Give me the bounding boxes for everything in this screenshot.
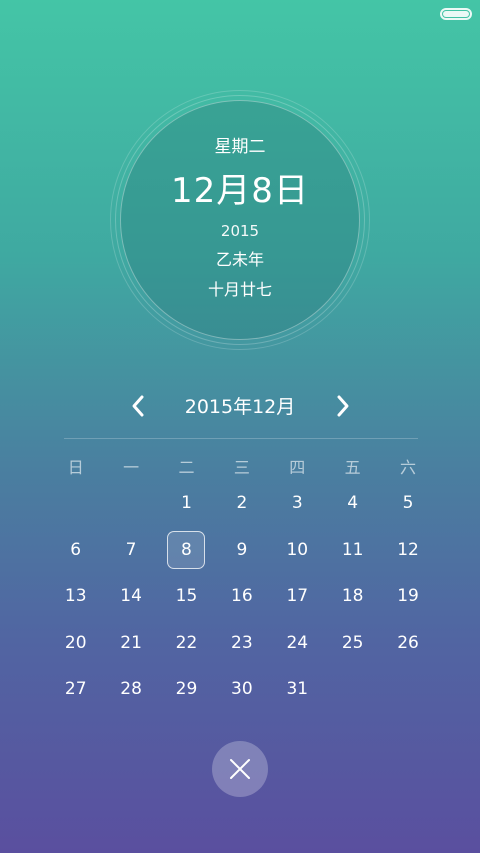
weekday-header: 三 (233, 458, 250, 477)
day-cell-empty (325, 670, 380, 708)
battery-icon (440, 8, 472, 20)
month-navigation: 2015年12月 (0, 388, 480, 424)
day-cell[interactable]: 26 (380, 624, 435, 662)
day-cell[interactable]: 21 (103, 624, 158, 662)
weekday-label: 星期二 (214, 137, 266, 157)
weekday-header-row: 日 一 二 三 四 五 六 (48, 452, 436, 480)
ganzhi-year-label: 乙未年 (215, 250, 264, 269)
day-cell[interactable]: 28 (103, 670, 158, 708)
day-cell[interactable]: 30 (214, 670, 269, 708)
day-cell[interactable]: 29 (159, 670, 214, 708)
day-cell[interactable]: 16 (214, 577, 269, 615)
day-cell[interactable]: 4 (325, 484, 380, 522)
selected-day-label: 8 (167, 530, 206, 569)
day-cell-empty (380, 670, 435, 708)
day-cell[interactable]: 24 (270, 624, 325, 662)
day-cell-empty (103, 484, 158, 522)
day-cell[interactable]: 18 (325, 577, 380, 615)
day-cell[interactable]: 9 (214, 531, 269, 569)
close-button[interactable] (212, 741, 268, 797)
day-cell[interactable]: 15 (159, 577, 214, 615)
weekday-header: 五 (344, 458, 361, 477)
day-cell[interactable]: 5 (380, 484, 435, 522)
day-cell[interactable]: 31 (270, 670, 325, 708)
day-cell[interactable]: 3 (270, 484, 325, 522)
day-cell[interactable]: 20 (48, 624, 103, 662)
day-cell[interactable]: 1 (159, 484, 214, 522)
day-cell[interactable]: 13 (48, 577, 103, 615)
calendar-week-row: 1 2 3 4 5 (48, 480, 436, 527)
day-cell[interactable]: 17 (270, 577, 325, 615)
day-cell[interactable]: 7 (103, 531, 158, 569)
day-cell-empty (48, 484, 103, 522)
day-cell[interactable]: 22 (159, 624, 214, 662)
close-icon (230, 759, 250, 779)
day-cell[interactable]: 11 (325, 531, 380, 569)
day-cell[interactable]: 19 (380, 577, 435, 615)
day-cell[interactable]: 10 (270, 531, 325, 569)
calendar-week-row: 13 14 15 16 17 18 19 (48, 573, 436, 620)
battery-level (443, 11, 469, 17)
lunar-date-label: 十月廿七 (207, 280, 272, 299)
weekday-header: 一 (123, 458, 140, 477)
month-title: 2015年12月 (184, 396, 296, 418)
weekday-header: 日 (67, 458, 84, 477)
weekday-header: 六 (400, 458, 417, 477)
next-month-button[interactable] (325, 388, 361, 424)
status-bar (0, 0, 480, 28)
day-cell[interactable]: 25 (325, 624, 380, 662)
date-summary: 星期二 12月8日 2015 乙未年 十月廿七 (110, 90, 370, 350)
selected-date: 12月8日 (171, 171, 309, 211)
calendar-week-row: 6 7 8 9 10 11 12 (48, 527, 436, 574)
date-circle: 星期二 12月8日 2015 乙未年 十月廿七 (120, 100, 360, 340)
divider (64, 438, 418, 439)
day-cell[interactable]: 27 (48, 670, 103, 708)
day-cell[interactable]: 14 (103, 577, 158, 615)
weekday-header: 二 (178, 458, 195, 477)
calendar-week-row: 27 28 29 30 31 (48, 666, 436, 713)
day-cell[interactable]: 23 (214, 624, 269, 662)
calendar-week-row: 20 21 22 23 24 25 26 (48, 620, 436, 667)
day-cell-selected[interactable]: 8 (159, 530, 214, 569)
day-cell[interactable]: 2 (214, 484, 269, 522)
day-cell[interactable]: 12 (380, 531, 435, 569)
day-cell[interactable]: 6 (48, 531, 103, 569)
calendar-grid: 日 一 二 三 四 五 六 1 2 3 4 5 6 7 8 9 10 11 12… (48, 452, 436, 713)
chevron-right-icon (337, 395, 349, 417)
year-label: 2015 (220, 222, 260, 240)
weekday-header: 四 (289, 458, 306, 477)
